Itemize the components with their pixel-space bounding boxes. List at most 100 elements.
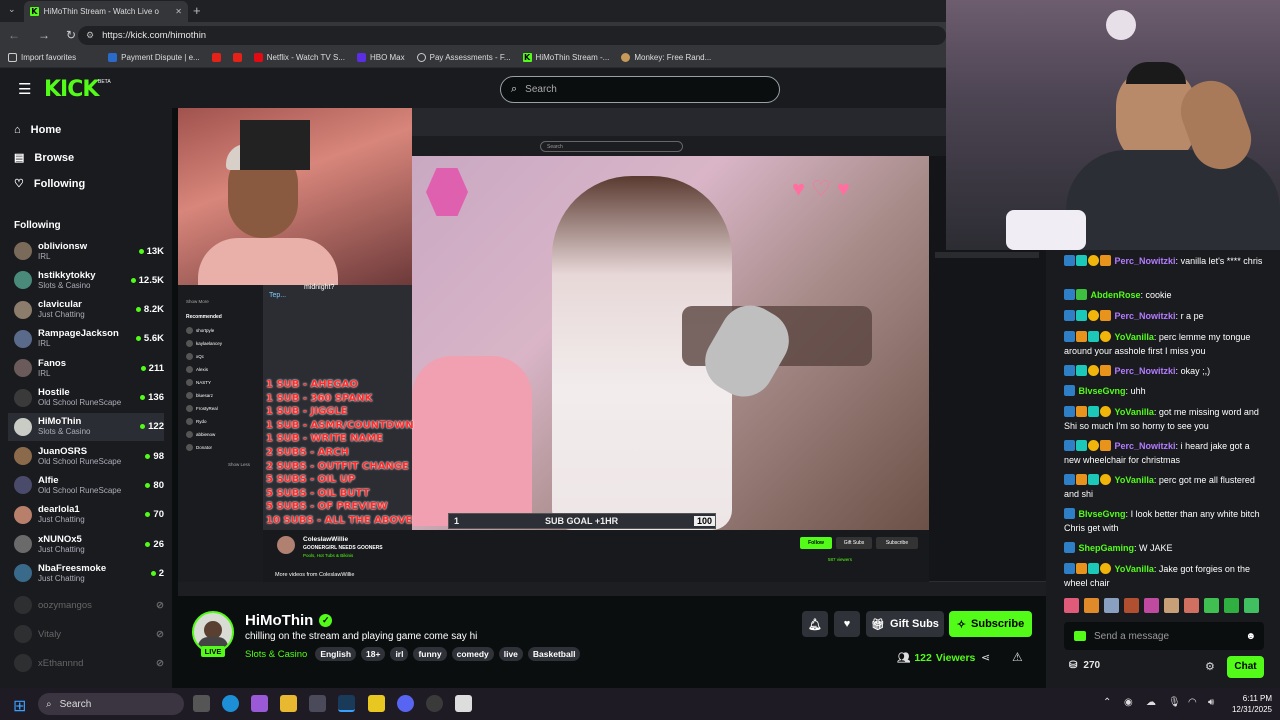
kick-logo[interactable]: KICK [44,77,99,102]
offline-item[interactable]: Vitaly ⊘ [14,620,164,648]
network-icon[interactable]: ☁ [1146,697,1156,708]
chat-username[interactable]: YoVanilla [1115,332,1154,342]
following-item[interactable]: RampageJackson IRL 5.6K [14,325,164,353]
emote-icon[interactable] [1104,598,1119,613]
address-bar[interactable]: ⚙ https://kick.com/himothin [78,26,946,45]
bookmark-item[interactable]: Pay Assessments - F... [416,53,511,62]
emote-icon[interactable] [1124,598,1139,613]
tray-app-icon[interactable]: ◉ [1124,697,1133,708]
gift-subs-button[interactable]: 🎁︎ Gift Subs [866,611,944,637]
tag[interactable]: live [498,647,523,661]
windows-start-icon[interactable]: ⊞ [13,696,26,716]
following-item[interactable]: Alfie Old School RuneScape 80 [14,471,164,499]
task-view-icon[interactable] [193,695,210,712]
report-icon[interactable]: ⚠ [1012,650,1023,664]
following-item[interactable]: NbaFreesmoke Just Chatting 2 [14,559,164,587]
emote-icon[interactable] [1224,598,1239,613]
clock[interactable]: 6:11 PM 12/31/2025 [1216,693,1272,715]
nav-browse[interactable]: ▤ Browse [14,151,74,165]
chrome-icon[interactable] [426,695,443,712]
emote-icon[interactable] [1244,598,1259,613]
chat-username[interactable]: YoVanilla [1115,407,1154,417]
nav-following[interactable]: ♡ Following [14,177,85,191]
tag[interactable]: comedy [451,647,494,661]
youtube-bookmark-icon[interactable] [211,53,221,62]
copilot-icon[interactable] [251,695,268,712]
bookmark-item[interactable]: Import favorites [8,53,76,62]
subscribe-button[interactable]: ✧ Subscribe [949,611,1032,637]
bookmark-item[interactable]: Payment Dispute | e... [108,53,200,62]
chat-username[interactable]: YoVanilla [1115,564,1154,574]
taskbar-search[interactable]: ⌕ Search [38,693,184,715]
following-item[interactable]: xNUNOx5 Just Chatting 26 [14,530,164,558]
back-icon[interactable]: ← [8,28,20,42]
chat-username[interactable]: Perc_Nowitzki [1115,366,1176,376]
search-input[interactable]: ⌕ Search [500,76,780,103]
bookmark-item[interactable]: Netflix - Watch TV S... [253,53,345,62]
tag[interactable]: 18+ [361,647,386,661]
following-item[interactable]: Fanos IRL 211 [14,354,164,382]
chat-settings-icon[interactable]: ⚙ [1205,660,1215,673]
following-item[interactable]: HiMoThin Slots & Casino 122 [8,412,164,441]
emoji-icon[interactable]: ☻ [1245,631,1256,642]
following-item[interactable]: dearlola1 Just Chatting 70 [14,501,164,529]
category-link[interactable]: Slots & Casino [245,649,307,660]
following-item[interactable]: JuanOSRS Old School RuneScape 98 [14,442,164,470]
wifi-icon[interactable]: ◠ [1188,697,1197,708]
channel-points[interactable]: ⛁ 270 [1069,660,1100,671]
emote-icon[interactable] [1204,598,1219,613]
volume-icon[interactable]: 🔊︎ [1208,697,1214,708]
tab-close-icon[interactable]: ✕ [175,7,182,16]
site-info-icon[interactable]: ⚙ [86,30,94,41]
store-icon[interactable] [309,695,326,712]
tray-chevron-icon[interactable]: ⌃ [1103,697,1111,708]
emote-icon[interactable] [1084,598,1099,613]
emote-icon[interactable] [1164,598,1179,613]
chat-username[interactable]: ShepGaming [1079,543,1135,553]
chat-username[interactable]: Perc_Nowitzki [1115,311,1176,321]
emote-icon[interactable] [1144,598,1159,613]
offline-item[interactable]: oozymangos ⊘ [14,591,164,619]
bookmark-item[interactable]: K HiMoThin Stream -... [522,53,609,62]
offline-item[interactable]: xEthannnd ⊘ [14,649,164,677]
new-tab-button[interactable]: + [193,3,201,18]
tab-list-chevron-icon[interactable]: ⌄ [8,4,16,15]
tag[interactable]: Basketball [527,647,581,661]
forward-icon[interactable]: → [38,28,50,42]
following-item[interactable]: clavicular Just Chatting 8.2K [14,296,164,324]
chat-username[interactable]: BlvseGvng [1079,509,1126,519]
emote-icon[interactable] [1184,598,1199,613]
bookmark-item[interactable]: HBO Max [356,53,405,62]
reload-icon[interactable]: ↻ [66,28,76,42]
follow-heart-button[interactable]: ♥ [834,611,860,637]
chat-username[interactable]: Perc_Nowitzki [1115,256,1176,266]
edge-icon[interactable] [222,695,239,712]
notification-bell-button[interactable]: 🔔︎ [802,611,828,637]
discord-icon[interactable] [397,695,414,712]
browser-tab-active[interactable]: K HiMoThin Stream - Watch Live o ✕ [24,1,188,22]
emote-icon[interactable] [1064,598,1079,613]
chat-username[interactable]: BlvseGvng [1079,386,1126,396]
menu-icon[interactable]: ☰ [18,80,31,98]
mic-icon[interactable]: 🎙︎ [1168,697,1181,708]
tag[interactable]: irl [390,647,409,661]
tag[interactable]: English [315,647,357,661]
app-icon[interactable] [455,695,472,712]
chat-username[interactable]: AbdenRose [1091,290,1141,300]
chat-send-button[interactable]: Chat [1227,656,1264,678]
channel-name[interactable]: HiMoThin [245,612,313,629]
share-icon[interactable]: ⋖ [981,651,990,664]
following-item[interactable]: oblivionsw IRL 13K [14,237,164,265]
steam-icon[interactable] [338,695,355,712]
file-explorer-icon[interactable] [280,695,297,712]
tag[interactable]: funny [413,647,447,661]
chat-username[interactable]: Perc_Nowitzki [1115,441,1176,451]
sticky-notes-icon[interactable] [368,695,385,712]
chat-input[interactable]: Send a message ☻ [1064,622,1264,650]
nav-home[interactable]: ⌂ Home [14,124,61,136]
chat-username[interactable]: YoVanilla [1115,475,1154,485]
following-item[interactable]: Hostile Old School RuneScape 136 [14,384,164,412]
bookmark-item[interactable]: Monkey: Free Rand... [621,53,711,62]
following-item[interactable]: hstikkytokky Slots & Casino 12.5K [14,266,164,294]
youtube-bookmark-icon[interactable] [232,53,242,62]
